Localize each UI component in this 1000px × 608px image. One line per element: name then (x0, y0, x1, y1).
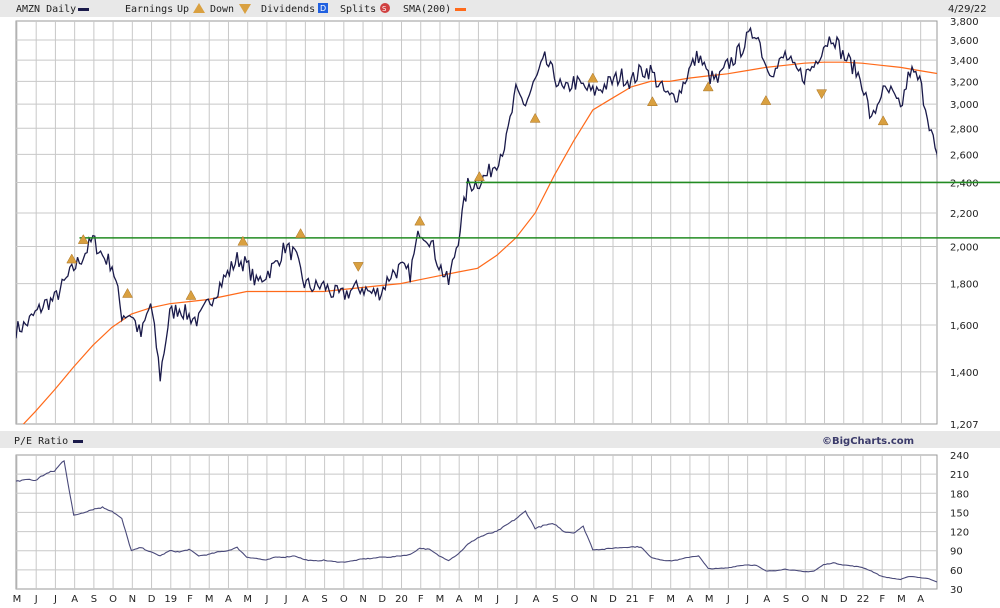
y-tick-label: 240 (950, 451, 969, 462)
y-tick-label: 2,200 (950, 209, 979, 220)
x-tick-label: M (436, 594, 445, 605)
y-tick-label: 1,800 (950, 280, 979, 291)
y-tick-label: 30 (950, 585, 963, 596)
x-tick-label: F (418, 594, 424, 605)
x-tick-label: S (783, 594, 789, 605)
y-tick-label: 1,207 (950, 420, 979, 431)
x-tick-label: N (129, 594, 136, 605)
earnings-down-label: Down (210, 4, 234, 15)
y-tick-label: 150 (950, 508, 969, 519)
price-panel: 3,800 3,600 3,400 3,200 3,000 2,800 2,600 2,400… (15, 17, 1000, 431)
y-tick-label: 2,000 (950, 243, 979, 254)
x-tick-label: M (243, 594, 252, 605)
y-tick-label: 210 (950, 470, 969, 481)
date-label: 4/29/22 (948, 4, 987, 15)
x-tick-label: M (13, 594, 22, 605)
pe-label: P/E Ratio (14, 436, 68, 447)
x-tick-label: O (109, 594, 117, 605)
x-tick-label: D (148, 594, 156, 605)
sma-label: SMA(200) (403, 4, 451, 15)
x-tick-label: A (917, 594, 924, 605)
earnings-up-label: Up (177, 4, 189, 15)
x-tick-label: D (609, 594, 617, 605)
y-tick-label: 60 (950, 566, 963, 577)
y-tick-label: 90 (950, 547, 963, 558)
x-tick-label: F (187, 594, 193, 605)
x-tick-label: A (302, 594, 309, 605)
x-tick-label: S (321, 594, 327, 605)
dividend-glyph: D (320, 4, 326, 13)
x-tick-label: A (763, 594, 770, 605)
x-tick-label: S (552, 594, 558, 605)
x-tick-label: F (649, 594, 655, 605)
x-tick-label: J (284, 594, 288, 605)
splits-label: Splits (340, 4, 376, 15)
sma-legend-swatch (455, 8, 466, 11)
y-tick-label: 1,600 (950, 321, 979, 332)
y-tick-label: 3,600 (950, 36, 979, 47)
stock-chart: AMZN Daily Earnings Up Down Dividends D … (0, 0, 1000, 605)
x-tick-label: F (879, 594, 885, 605)
y-tick-label: 3,000 (950, 100, 979, 111)
symbol-label: AMZN Daily (16, 4, 76, 15)
x-tick-label: 19 (164, 594, 177, 605)
x-tick-label: D (378, 594, 386, 605)
plot-area (15, 454, 938, 590)
y-tick-label: 2,400 (950, 178, 979, 189)
y-tick-label: 120 (950, 528, 969, 539)
x-tick-label: 20 (395, 594, 408, 605)
x-tick-label: N (590, 594, 597, 605)
x-tick-label: M (205, 594, 214, 605)
y-tick-label: 2,800 (950, 124, 979, 135)
x-tick-label: A (687, 594, 694, 605)
x-tick-label: O (571, 594, 579, 605)
x-tick-label: A (71, 594, 78, 605)
x-tick-label: M (897, 594, 906, 605)
x-tick-label: D (840, 594, 848, 605)
y-tick-label: 1,400 (950, 368, 979, 379)
x-tick-label: M (474, 594, 483, 605)
dividends-label: Dividends (261, 4, 315, 15)
x-tick-label: J (726, 594, 730, 605)
x-tick-label: M (705, 594, 714, 605)
x-tick-label: J (34, 594, 38, 605)
price-legend-swatch (78, 8, 89, 11)
y-tick-label: 3,200 (950, 77, 979, 88)
pe-legend-swatch (73, 440, 83, 443)
x-tick-label: S (91, 594, 97, 605)
pe-panel: 240 210 180 150 120 90 60 30 (15, 451, 969, 596)
y-tick-label: 3,400 (950, 56, 979, 67)
x-tick-label: J (264, 594, 268, 605)
x-tick-label: 22 (857, 594, 870, 605)
earnings-label: Earnings (125, 4, 173, 15)
x-tick-label: J (495, 594, 499, 605)
x-tick-label: A (533, 594, 540, 605)
x-tick-label: 21 (626, 594, 639, 605)
x-tick-label: A (456, 594, 463, 605)
y-tick-label: 3,800 (950, 17, 979, 28)
x-axis: M J J A S O N D 19 F M A M J J A S O N D 20 F M A M J J A S O N D 21 F M A M… (13, 594, 925, 605)
x-tick-label: N (821, 594, 828, 605)
x-tick-label: J (745, 594, 749, 605)
x-tick-label: N (359, 594, 366, 605)
x-tick-label: J (514, 594, 518, 605)
x-tick-label: J (53, 594, 57, 605)
x-tick-label: A (225, 594, 232, 605)
x-tick-label: M (666, 594, 675, 605)
brand-logo: ©BigCharts.com (822, 436, 914, 447)
x-tick-label: O (340, 594, 348, 605)
y-tick-label: 180 (950, 489, 969, 500)
split-glyph: S (382, 5, 387, 13)
y-tick-label: 2,600 (950, 150, 979, 161)
x-tick-label: O (801, 594, 809, 605)
